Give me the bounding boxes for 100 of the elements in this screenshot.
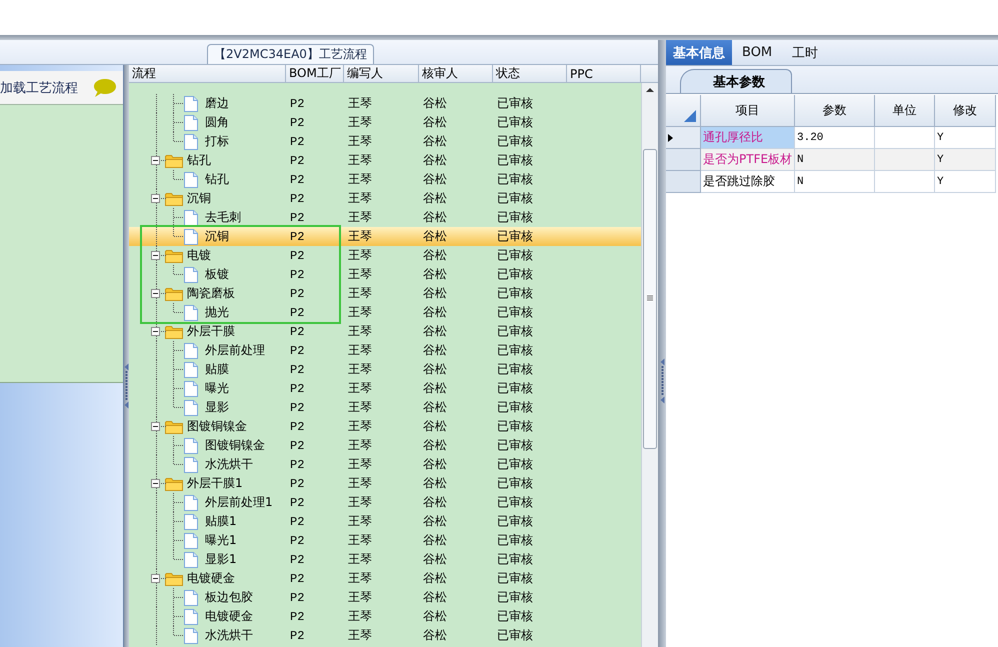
collapse-toggle[interactable] xyxy=(151,251,160,260)
tree-row[interactable]: 钻孔 P2 王琴 谷松 已审核 xyxy=(129,170,641,189)
table-cell-text: 王琴 xyxy=(347,513,373,530)
tree-row[interactable]: 沉铜 P2 王琴 谷松 已审核 xyxy=(129,189,641,208)
collapse-arrow-icon[interactable] xyxy=(660,396,664,404)
tree-label: 贴膜1 xyxy=(205,513,237,530)
tab[interactable]: BOM xyxy=(732,40,782,65)
collapse-toggle[interactable] xyxy=(151,574,160,583)
tree-label: 显影 xyxy=(205,399,229,416)
collapse-arrow-icon[interactable] xyxy=(660,358,664,366)
tree-row[interactable]: 电镀 P2 王琴 谷松 已审核 xyxy=(129,246,641,265)
tree-row[interactable]: 图镀铜镍金 P2 王琴 谷松 已审核 xyxy=(129,436,641,455)
table-cell-text: 已审核 xyxy=(496,95,534,112)
table-cell-text: 王琴 xyxy=(347,323,373,340)
column-header[interactable]: 编写人 xyxy=(344,65,419,82)
table-cell-text: 谷松 xyxy=(422,209,448,226)
grip-icon[interactable] xyxy=(125,371,128,401)
tree-row[interactable]: 去毛刺 P2 王琴 谷松 已审核 xyxy=(129,208,641,227)
document-icon xyxy=(184,96,198,112)
document-icon xyxy=(184,304,198,320)
tree-row[interactable]: 显影 P2 王琴 谷松 已审核 xyxy=(129,398,641,417)
collapse-arrow-icon[interactable] xyxy=(124,363,129,371)
tree-label: 曝光 xyxy=(205,380,229,397)
tab[interactable]: 基本信息 xyxy=(666,40,732,65)
table-cell-text: 已审核 xyxy=(496,399,534,416)
column-header[interactable]: 修改 xyxy=(935,95,996,127)
tree-row[interactable]: 抛光 P2 王琴 谷松 已审核 xyxy=(129,303,641,322)
column-header[interactable]: PPC xyxy=(567,65,641,82)
folder-icon xyxy=(165,572,183,586)
tab[interactable]: 工时 xyxy=(782,40,828,65)
collapse-toggle[interactable] xyxy=(151,289,160,298)
column-header[interactable]: 流程 xyxy=(129,65,286,82)
tree-row[interactable]: 外层前处理 P2 王琴 谷松 已审核 xyxy=(129,341,641,360)
collapse-toggle[interactable] xyxy=(151,327,160,336)
tree-label: 板边包胶 xyxy=(205,589,253,606)
tree-row[interactable]: 电镀硬金 P2 王琴 谷松 已审核 xyxy=(129,607,641,626)
table-cell-text: 已审核 xyxy=(496,437,534,454)
grip-icon[interactable] xyxy=(660,366,664,396)
scroll-thumb[interactable] xyxy=(643,149,657,449)
column-header[interactable]: 项目 xyxy=(701,95,795,127)
table-cell-text: P2 xyxy=(289,96,306,112)
table-cell-text: 王琴 xyxy=(347,475,373,492)
tree-row[interactable]: 板边包胶 P2 王琴 谷松 已审核 xyxy=(129,588,641,607)
table-cell-text: 王琴 xyxy=(347,399,373,416)
tree-row[interactable]: 电镀硬金 P2 王琴 谷松 已审核 xyxy=(129,569,641,588)
tree-row[interactable]: 贴膜 P2 王琴 谷松 已审核 xyxy=(129,360,641,379)
tree-row[interactable]: 板镀 P2 王琴 谷松 已审核 xyxy=(129,265,641,284)
document-icon xyxy=(184,380,198,396)
tab[interactable]: 基本参数 xyxy=(680,69,792,93)
table-cell-text: 谷松 xyxy=(422,418,448,435)
column-header[interactable]: 状态 xyxy=(493,65,567,82)
tree-row[interactable]: 图镀铜镍金 P2 王琴 谷松 已审核 xyxy=(129,417,641,436)
table-cell-text: 已审核 xyxy=(496,114,534,131)
column-header[interactable]: 单位 xyxy=(875,95,935,127)
tree-row[interactable]: 外层干膜 P2 王琴 谷松 已审核 xyxy=(129,322,641,341)
tree-row[interactable]: 打标 P2 王琴 谷松 已审核 xyxy=(129,132,641,151)
table-cell-text: 已审核 xyxy=(496,342,534,359)
table-cell-text: 王琴 xyxy=(347,608,373,625)
tree-label: 磨边 xyxy=(205,95,229,112)
selected-tree-row[interactable]: 沉铜 P2 王琴 谷松 已审核 xyxy=(129,227,641,246)
tree-row[interactable]: 钻孔 P2 王琴 谷松 已审核 xyxy=(129,151,641,170)
table-cell-text: 已审核 xyxy=(496,361,534,378)
collapse-arrow-icon[interactable] xyxy=(124,401,129,409)
collapse-toggle[interactable] xyxy=(151,194,160,203)
current-row-icon xyxy=(668,134,673,142)
tree-row[interactable]: 显影1 P2 王琴 谷松 已审核 xyxy=(129,550,641,569)
tree-label: 图镀铜镍金 xyxy=(187,418,247,435)
tree-row[interactable]: 陶瓷磨板 P2 王琴 谷松 已审核 xyxy=(129,284,641,303)
tree-label: 沉铜 xyxy=(187,190,211,207)
tree-row[interactable]: 水洗烘干 P2 王琴 谷松 已审核 xyxy=(129,626,641,645)
table-cell: Y xyxy=(935,127,996,149)
collapse-toggle[interactable] xyxy=(151,156,160,165)
tree-row[interactable]: 外层前处理1 P2 王琴 谷松 已审核 xyxy=(129,493,641,512)
table-cell-text: 已审核 xyxy=(496,380,534,397)
table-cell-text: 谷松 xyxy=(422,247,448,264)
tree-label: 沉铜 xyxy=(205,228,229,245)
table-cell-text: 已审核 xyxy=(496,323,534,340)
collapse-toggle[interactable] xyxy=(151,422,160,431)
tree-row[interactable]: 贴膜1 P2 王琴 谷松 已审核 xyxy=(129,512,641,531)
table-cell-text: P2 xyxy=(289,514,306,530)
table-cell-text: 已审核 xyxy=(496,133,534,150)
table-cell-text: 谷松 xyxy=(422,437,448,454)
tree-row[interactable]: 外层干膜1 P2 王琴 谷松 已审核 xyxy=(129,474,641,493)
document-icon xyxy=(184,456,198,472)
tree-row[interactable]: 曝光1 P2 王琴 谷松 已审核 xyxy=(129,531,641,550)
document-icon xyxy=(184,494,198,510)
tree-row[interactable]: 圆角 P2 王琴 谷松 已审核 xyxy=(129,113,641,132)
folder-icon xyxy=(165,476,183,490)
column-header[interactable]: 参数 xyxy=(795,95,875,127)
table-cell-text: P2 xyxy=(289,456,306,474)
table-cell-text: 谷松 xyxy=(422,323,448,340)
table-cell-text: P2 xyxy=(289,418,306,436)
column-header[interactable]: BOM工厂 xyxy=(286,65,344,82)
table-cell-text: 王琴 xyxy=(347,133,373,150)
collapse-toggle[interactable] xyxy=(151,479,160,488)
row-header[interactable] xyxy=(666,127,701,149)
tree-row[interactable]: 水洗烘干 P2 王琴 谷松 已审核 xyxy=(129,455,641,474)
tree-row[interactable]: 曝光 P2 王琴 谷松 已审核 xyxy=(129,379,641,398)
tree-row[interactable]: 磨边 P2 王琴 谷松 已审核 xyxy=(129,94,641,113)
column-header[interactable]: 核审人 xyxy=(419,65,493,82)
